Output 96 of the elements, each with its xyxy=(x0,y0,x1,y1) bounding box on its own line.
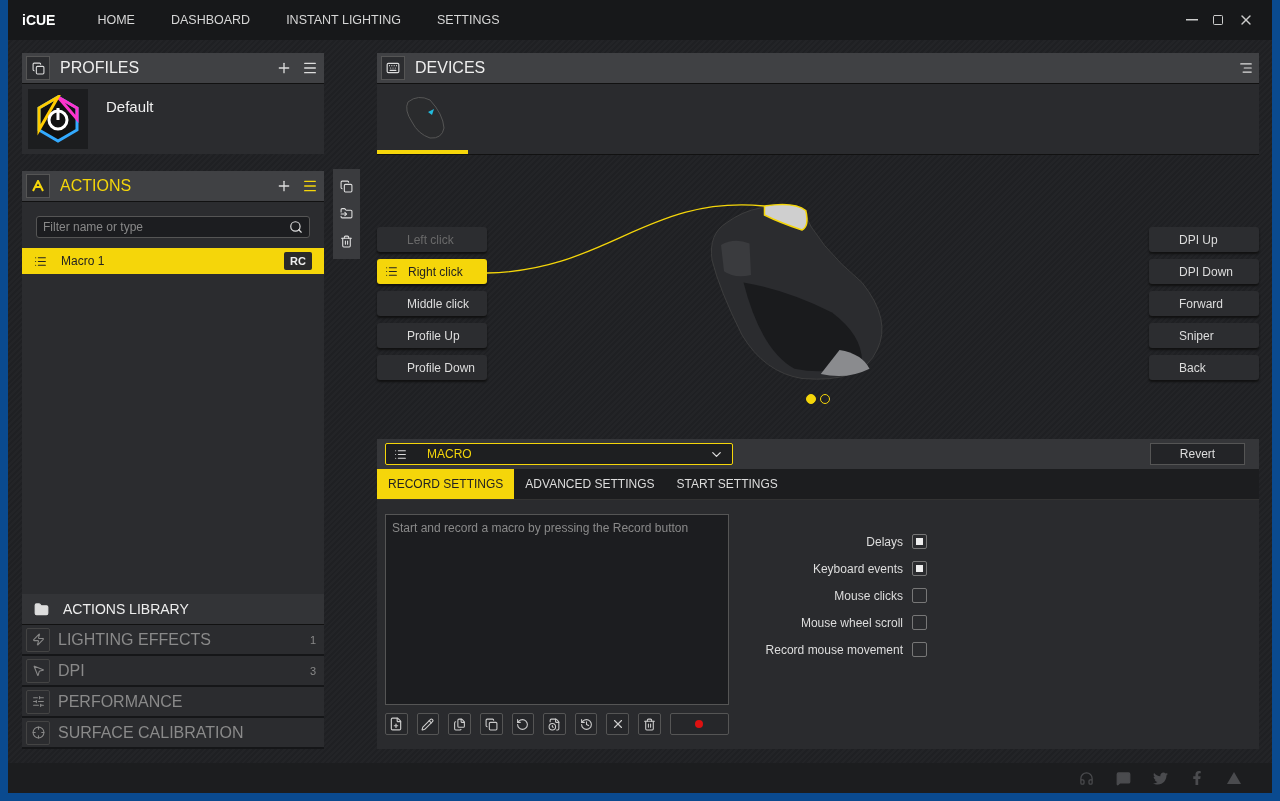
sliders-icon xyxy=(26,689,50,714)
pencil-icon xyxy=(421,717,435,731)
library-section[interactable]: SURFACE CALIBRATION xyxy=(22,718,324,749)
clear-button[interactable] xyxy=(606,713,630,735)
action-type-dropdown[interactable]: MACRO xyxy=(385,443,733,465)
option-label: Keyboard events xyxy=(812,561,903,576)
list-icon xyxy=(394,447,407,461)
section-count: 1 xyxy=(309,633,316,646)
mapping-button[interactable]: Profile Down xyxy=(377,355,487,380)
search-icon xyxy=(289,220,303,234)
lightning-icon xyxy=(26,627,50,652)
minimize-icon xyxy=(1186,19,1198,21)
menu-button[interactable] xyxy=(302,178,318,194)
section-label: SURFACE CALIBRATION xyxy=(58,723,245,742)
search-field[interactable]: Filter name or type xyxy=(36,216,310,238)
page-dot[interactable] xyxy=(806,394,816,404)
settings-tab[interactable]: START SETTINGS xyxy=(665,469,789,499)
add-button[interactable] xyxy=(276,178,292,194)
macro-editor[interactable]: Start and record a macro by pressing the Record button xyxy=(385,514,729,705)
undo-button[interactable] xyxy=(511,713,535,735)
remove-delays-button[interactable] xyxy=(574,713,598,735)
library-section[interactable]: PERFORMANCE xyxy=(22,687,324,718)
import-button[interactable] xyxy=(340,207,353,221)
folder-icon xyxy=(340,207,353,221)
library-title: ACTIONS LIBRARY xyxy=(63,601,189,617)
paste-button[interactable] xyxy=(479,713,503,735)
section-count: 3 xyxy=(309,664,316,677)
option-label: Mouse clicks xyxy=(834,588,903,603)
nav-link[interactable]: HOME xyxy=(85,13,159,27)
profile-card[interactable]: Default xyxy=(22,84,324,154)
settings-tab[interactable]: ADVANCED SETTINGS xyxy=(514,469,666,499)
action-item[interactable]: Macro 1 RC xyxy=(22,248,324,274)
panel-title: ACTIONS xyxy=(60,177,133,195)
keyboard-icon xyxy=(381,56,405,80)
nav-link[interactable]: DASHBOARD xyxy=(158,13,275,27)
add-step-button[interactable] xyxy=(385,713,408,735)
section-label: PERFORMANCE xyxy=(58,692,184,711)
file-clock-icon xyxy=(548,717,561,731)
checkbox[interactable] xyxy=(912,642,927,657)
crosshair-icon xyxy=(26,720,50,745)
profile-logo-icon xyxy=(28,89,88,149)
mapping-button[interactable]: Forward xyxy=(1149,291,1259,316)
files-icon xyxy=(453,717,467,731)
checkbox[interactable] xyxy=(912,615,927,630)
record-icon xyxy=(695,720,704,728)
undo-icon xyxy=(516,717,530,731)
edit-button[interactable] xyxy=(416,713,440,735)
copy-icon xyxy=(340,180,353,194)
maximize-icon xyxy=(1212,14,1224,26)
library-section[interactable]: DPI 3 xyxy=(22,656,324,687)
history-icon xyxy=(579,717,593,731)
profile-name: Default xyxy=(106,98,154,115)
mapping-button[interactable]: Sniper xyxy=(1149,323,1259,348)
cursor-icon xyxy=(26,658,50,683)
option-label: Mouse wheel scroll xyxy=(800,615,903,630)
delete-button[interactable] xyxy=(340,234,353,248)
folder-icon xyxy=(34,601,49,617)
app-logo: iCUE xyxy=(22,12,56,28)
pages-icon xyxy=(26,56,50,80)
delay-button[interactable] xyxy=(543,713,566,735)
panel-title: PROFILES xyxy=(60,59,141,77)
trash-icon xyxy=(340,234,353,248)
section-label: LIGHTING EFFECTS xyxy=(58,630,212,649)
nav-link[interactable]: INSTANT LIGHTING xyxy=(274,13,425,27)
panel-title: DEVICES xyxy=(415,59,487,77)
add-button[interactable] xyxy=(276,60,292,76)
list-icon xyxy=(34,254,47,268)
key-badge: RC xyxy=(284,252,312,270)
option-label: Delays xyxy=(866,534,903,549)
trash-icon xyxy=(642,717,656,731)
letter-a-icon xyxy=(26,174,50,198)
copy-button[interactable] xyxy=(340,180,353,194)
delete-button[interactable] xyxy=(638,713,661,735)
revert-button[interactable]: Revert xyxy=(1150,443,1245,465)
mapping-button[interactable]: DPI Down xyxy=(1149,259,1259,284)
checkbox[interactable] xyxy=(912,561,927,576)
list-icon xyxy=(385,265,398,278)
checkbox[interactable] xyxy=(912,588,927,603)
record-button[interactable] xyxy=(669,713,729,735)
action-name: Macro 1 xyxy=(61,254,106,268)
mapping-button[interactable]: Right click xyxy=(377,259,487,284)
settings-tab[interactable]: RECORD SETTINGS xyxy=(377,469,515,499)
nav-link[interactable]: SETTINGS xyxy=(424,13,524,27)
option-label: Record mouse movement xyxy=(765,642,903,657)
mapping-button[interactable]: Back xyxy=(1149,355,1259,380)
mapping-button[interactable]: Profile Up xyxy=(377,323,487,348)
file-plus-icon xyxy=(389,717,404,731)
section-label: DPI xyxy=(58,661,86,680)
copy-icon xyxy=(484,717,498,731)
menu-button[interactable] xyxy=(1239,61,1253,75)
library-section[interactable]: LIGHTING EFFECTS 1 xyxy=(22,625,324,656)
copy-button[interactable] xyxy=(448,713,471,735)
mapping-button[interactable]: Middle click xyxy=(377,291,487,316)
checkbox[interactable] xyxy=(912,534,927,549)
menu-button[interactable] xyxy=(302,60,318,76)
mapping-button[interactable]: DPI Up xyxy=(1149,227,1259,252)
